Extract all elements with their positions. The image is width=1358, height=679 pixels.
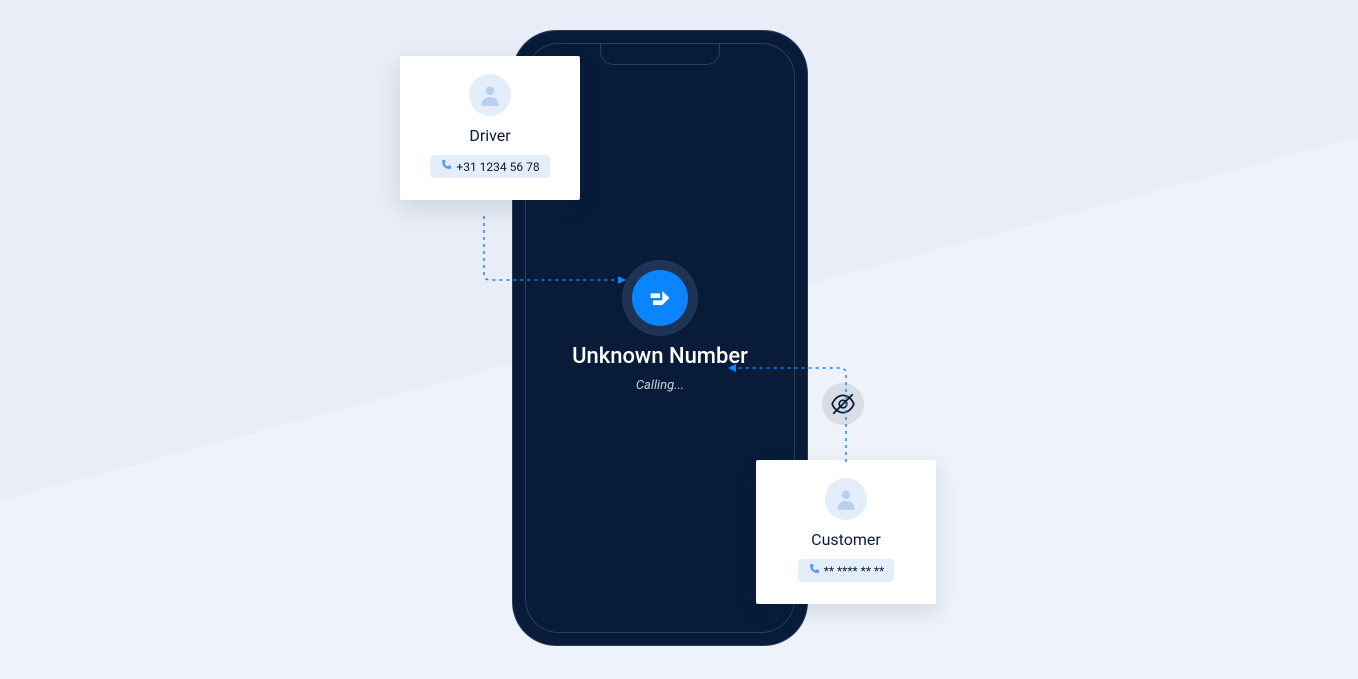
- caller-name-label: Unknown Number: [526, 344, 794, 369]
- driver-phone-number: +31 1234 56 78: [456, 160, 539, 174]
- phone-notch: [600, 43, 720, 65]
- call-status-text: Calling...: [526, 378, 794, 393]
- driver-card: Driver +31 1234 56 78: [400, 56, 580, 200]
- driver-title: Driver: [420, 126, 560, 145]
- phone-icon: [440, 159, 452, 174]
- customer-avatar-icon: [825, 478, 867, 520]
- customer-phone-badge: ** **** ** **: [798, 559, 895, 582]
- caller-avatar-ring: [622, 260, 698, 336]
- app-logo-icon: [632, 270, 688, 326]
- customer-card: Customer ** **** ** **: [756, 460, 936, 604]
- driver-avatar-icon: [469, 74, 511, 116]
- phone-icon: [808, 563, 820, 578]
- driver-phone-badge: +31 1234 56 78: [430, 155, 549, 178]
- customer-phone-number: ** **** ** **: [824, 564, 885, 578]
- hidden-number-icon: [822, 383, 864, 425]
- customer-title: Customer: [776, 530, 916, 549]
